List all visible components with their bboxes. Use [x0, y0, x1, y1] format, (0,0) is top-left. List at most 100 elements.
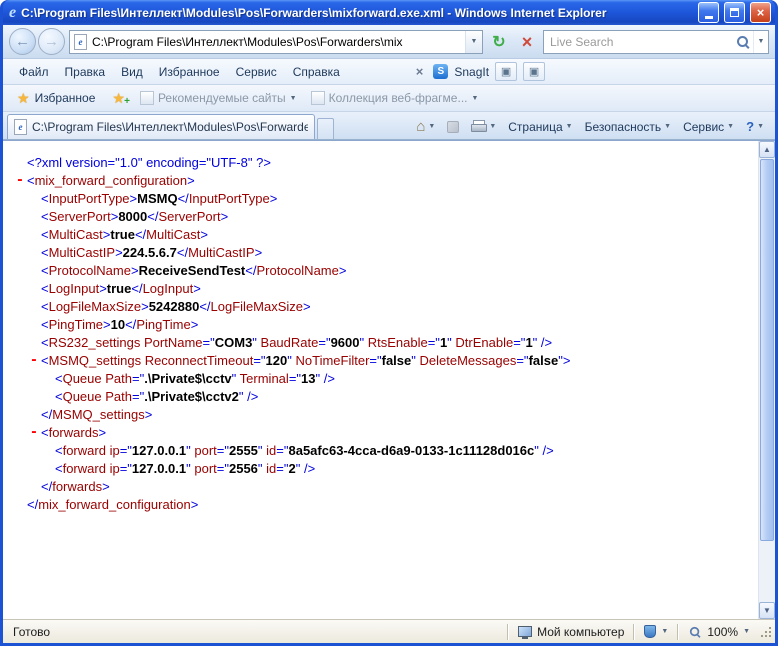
address-input[interactable]: [87, 35, 465, 49]
back-button[interactable]: ←: [9, 28, 36, 55]
address-bar[interactable]: e ▼: [69, 30, 483, 54]
toolbar-close-button[interactable]: ×: [412, 64, 428, 79]
xml-token: <: [41, 425, 49, 440]
xml-line: </mix_forward_configuration>: [3, 496, 758, 514]
stop-button[interactable]: ×: [515, 30, 539, 54]
site-icon: [311, 91, 325, 105]
xml-token: <: [41, 209, 49, 224]
xml-token: <: [55, 443, 63, 458]
xml-token: =": [516, 353, 528, 368]
maximize-button[interactable]: [724, 2, 745, 23]
scroll-track[interactable]: [759, 158, 775, 602]
tab-title: C:\Program Files\Интеллект\Modules\Pos\F…: [32, 120, 308, 134]
print-button[interactable]: ▼: [466, 118, 501, 135]
safety-menu-button[interactable]: Безопасность ▼: [580, 118, 676, 136]
page-menu-button[interactable]: Страница ▼: [503, 118, 577, 136]
xml-token: =": [276, 461, 288, 476]
search-dropdown-button[interactable]: ▼: [753, 31, 768, 53]
xml-token: MSMQ: [137, 191, 177, 206]
xml-line: <PingTime>10</PingTime>: [3, 316, 758, 334]
scroll-down-button[interactable]: ▼: [759, 602, 775, 619]
favorites-button[interactable]: ★ Избранное: [9, 88, 103, 108]
resize-grip[interactable]: [759, 625, 773, 639]
plus-icon: +: [124, 96, 130, 107]
vertical-scrollbar[interactable]: ▲ ▼: [758, 141, 775, 619]
xml-token: forwards: [52, 479, 102, 494]
xml-token: =": [318, 335, 330, 350]
star-icon: ★: [17, 91, 30, 105]
scroll-thumb[interactable]: [760, 159, 774, 541]
xml-token: =": [369, 353, 381, 368]
page-menu-label: Страница: [508, 120, 562, 134]
xml-token: />: [244, 389, 259, 404]
browser-window: e C:\Program Files\Интеллект\Modules\Pos…: [0, 0, 778, 646]
address-dropdown-button[interactable]: ▼: [465, 31, 482, 53]
tab-active[interactable]: e C:\Program Files\Интеллект\Modules\Pos…: [7, 114, 315, 139]
search-button[interactable]: [733, 31, 753, 53]
close-button[interactable]: ×: [750, 2, 771, 23]
xml-token: ProtocolName: [49, 263, 131, 278]
snagit-profile-button[interactable]: ▣: [523, 62, 545, 81]
xml-token: 2: [288, 461, 295, 476]
menu-item-favorites[interactable]: Избранное: [151, 62, 228, 82]
xml-token: <: [41, 191, 49, 206]
menu-item-file[interactable]: Файл: [11, 62, 57, 82]
snagit-capture-button[interactable]: ▣: [495, 62, 517, 81]
menu-item-edit[interactable]: Правка: [57, 62, 114, 82]
xml-token: =": [217, 443, 229, 458]
chevron-down-icon: ▼: [428, 123, 435, 130]
tab-favicon: e: [14, 119, 27, 135]
xml-token: MultiCastIP: [49, 245, 115, 260]
xml-token: forwards: [49, 425, 99, 440]
scroll-down-icon: ▼: [763, 606, 771, 615]
xml-token: >: [103, 317, 111, 332]
search-input[interactable]: [544, 35, 733, 49]
help-button[interactable]: ? ▼: [741, 117, 769, 136]
xml-token: <: [55, 389, 63, 404]
xml-token: >: [131, 263, 139, 278]
menu-item-help[interactable]: Справка: [285, 62, 348, 82]
xml-token: />: [300, 461, 315, 476]
collapse-toggle[interactable]: -: [16, 172, 24, 190]
xml-token: Queue: [63, 389, 102, 404]
search-box[interactable]: ▼: [543, 30, 769, 54]
collapse-toggle[interactable]: -: [30, 352, 38, 370]
refresh-button[interactable]: ↻: [487, 30, 511, 54]
zoom-icon: [689, 626, 701, 638]
maximize-icon: [730, 8, 739, 17]
add-to-favorites-button[interactable]: ★ +: [105, 88, 132, 108]
scroll-up-button[interactable]: ▲: [759, 141, 775, 158]
shield-icon: [644, 625, 656, 638]
xml-token: >: [99, 281, 107, 296]
xml-token: </: [177, 245, 188, 260]
scroll-up-icon: ▲: [763, 145, 771, 154]
ie-logo-icon: e: [9, 5, 16, 21]
home-button[interactable]: ⌂ ▼: [411, 118, 440, 136]
snagit-label[interactable]: SnagIt: [454, 65, 489, 79]
rss-icon: [447, 121, 459, 133]
xml-token: =": [289, 371, 301, 386]
tools-menu-button[interactable]: Сервис ▼: [678, 118, 739, 136]
navigation-toolbar: ← → e ▼ ↻ × ▼: [3, 25, 775, 59]
menu-item-tools[interactable]: Сервис: [228, 62, 285, 82]
xml-token: DeleteMessages: [416, 353, 516, 368]
xml-token: mix_forward_configuration: [38, 497, 190, 512]
zoom-control[interactable]: 100% ▼: [679, 625, 759, 639]
refresh-icon: ↻: [492, 32, 505, 52]
feeds-button[interactable]: [442, 119, 464, 135]
minimize-button[interactable]: [698, 2, 719, 23]
new-tab-button[interactable]: [317, 118, 334, 139]
star-plus-icon: ★: [112, 91, 125, 105]
collapse-toggle[interactable]: -: [30, 424, 38, 442]
back-arrow-icon: ←: [15, 33, 30, 50]
menu-item-view[interactable]: Вид: [113, 62, 151, 82]
status-text: Готово: [5, 625, 507, 639]
xml-token: true: [110, 227, 135, 242]
xml-token: Queue: [63, 371, 102, 386]
security-dropdown[interactable]: ▼: [635, 625, 677, 638]
xml-token: =": [120, 461, 132, 476]
xml-token: =": [120, 443, 132, 458]
favorites-link-web-slices[interactable]: Коллекция веб-фрагме... ▼: [305, 88, 485, 108]
forward-button[interactable]: →: [38, 28, 65, 55]
favorites-link-suggested-sites[interactable]: Рекомендуемые сайты ▼: [134, 88, 303, 108]
